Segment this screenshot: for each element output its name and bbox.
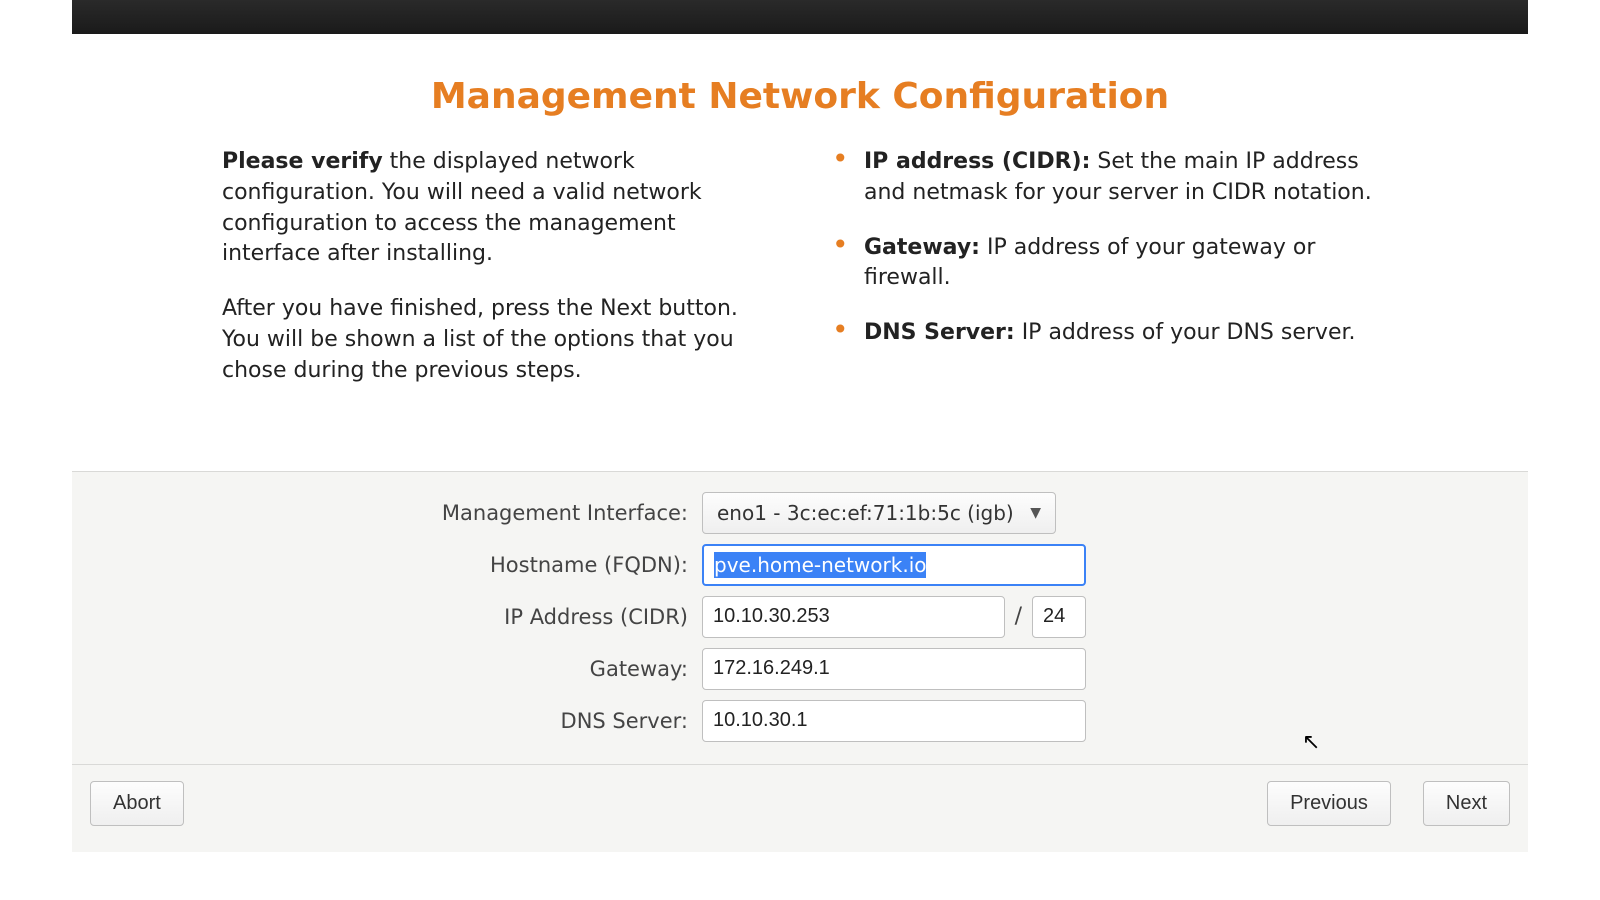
cidr-input[interactable] [1032, 596, 1086, 638]
row-ip-cidr: IP Address (CIDR) / [72, 596, 1528, 638]
cidr-slash: / [1015, 604, 1022, 629]
mgmt-interface-value: eno1 - 3c:ec:ef:71:1b:5c (igb) [717, 501, 1014, 525]
ip-address-input[interactable] [702, 596, 1005, 638]
description-area: Please verify the displayed network conf… [72, 147, 1528, 471]
abort-button[interactable]: Abort [90, 781, 184, 826]
next-instruction: After you have finished, press the Next … [222, 294, 770, 386]
bullet-dns: DNS Server: IP address of your DNS serve… [830, 318, 1378, 349]
dns-server-input[interactable] [702, 700, 1086, 742]
mgmt-interface-select[interactable]: eno1 - 3c:ec:ef:71:1b:5c (igb) ▼ [702, 492, 1056, 534]
label-hostname: Hostname (FQDN): [142, 553, 702, 577]
bullet-gateway: Gateway: IP address of your gateway or f… [830, 233, 1378, 295]
chevron-down-icon: ▼ [1030, 505, 1041, 521]
label-mgmt-interface: Management Interface: [142, 501, 702, 525]
previous-button[interactable]: Previous [1267, 781, 1391, 826]
gateway-input[interactable] [702, 648, 1086, 690]
row-hostname: Hostname (FQDN): pve.home-network.io [72, 544, 1528, 586]
row-mgmt-interface: Management Interface: eno1 - 3c:ec:ef:71… [72, 492, 1528, 534]
form-area: Management Interface: eno1 - 3c:ec:ef:71… [72, 471, 1528, 765]
description-left: Please verify the displayed network conf… [222, 147, 770, 411]
row-dns: DNS Server: [72, 700, 1528, 742]
row-gateway: Gateway: [72, 648, 1528, 690]
label-dns: DNS Server: [142, 709, 702, 733]
bullet-dns-text: IP address of your DNS server. [1015, 320, 1356, 345]
hostname-input[interactable]: pve.home-network.io [702, 544, 1086, 586]
bullet-dns-bold: DNS Server: [864, 320, 1015, 345]
next-button[interactable]: Next [1423, 781, 1510, 826]
installer-window: Management Network Configuration Please … [72, 0, 1528, 852]
button-bar: Abort Previous Next [72, 765, 1528, 852]
bullet-ip-bold: IP address (CIDR): [864, 149, 1090, 174]
label-ip-cidr: IP Address (CIDR) [142, 605, 702, 629]
label-gateway: Gateway: [142, 657, 702, 681]
description-right: IP address (CIDR): Set the main IP addre… [830, 147, 1378, 411]
header-banner [72, 0, 1528, 34]
bullet-ip: IP address (CIDR): Set the main IP addre… [830, 147, 1378, 209]
hostname-value: pve.home-network.io [714, 552, 926, 578]
page-title: Management Network Configuration [72, 76, 1528, 117]
bullet-gw-bold: Gateway: [864, 235, 980, 260]
verify-bold: Please verify [222, 149, 383, 174]
